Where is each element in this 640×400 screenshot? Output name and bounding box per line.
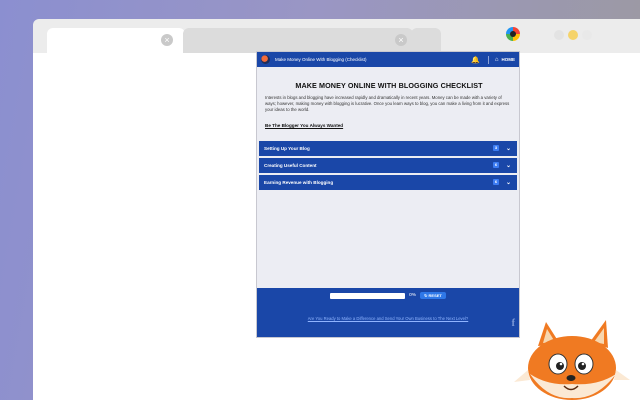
app-logo-icon (261, 55, 270, 64)
window-minimize-icon[interactable] (554, 30, 564, 40)
progress-percent: 0% (409, 293, 417, 298)
window-close-icon[interactable] (582, 30, 592, 40)
cta-row: Are You Ready to Make a Difference and S… (257, 307, 519, 325)
extension-popup: Make Money Online With Blogging (Checkli… (256, 51, 520, 338)
cta-link[interactable]: Are You Ready to Make a Difference and S… (308, 316, 468, 321)
chevron-down-icon[interactable]: ⌄ (506, 162, 511, 169)
fox-eye-shine (559, 362, 563, 366)
reset-button[interactable]: ↻ RESET (420, 292, 446, 299)
window-maximize-icon[interactable] (568, 30, 578, 40)
home-label: HOME (501, 57, 516, 62)
header-divider (487, 55, 489, 64)
section-earning-revenue[interactable]: Earning Revenue with Blogging 6 ⌄ (259, 174, 517, 190)
count-badge: 6 (492, 179, 499, 186)
home-icon: ⌂ (494, 56, 499, 63)
chevron-down-icon[interactable]: ⌄ (506, 145, 511, 152)
section-label: Creating Useful Content (264, 162, 317, 168)
popup-header: Make Money Online With Blogging (Checkli… (257, 52, 519, 67)
section-setting-up-blog[interactable]: Setting Up Your Blog 3 ⌄ (259, 140, 517, 156)
intro-section: MAKE MONEY ONLINE WITH BLOGGING CHECKLIS… (257, 67, 519, 132)
section-creating-content[interactable]: Creating Useful Content 6 ⌄ (259, 157, 517, 173)
fox-eye-shine (581, 362, 585, 366)
chevron-down-icon[interactable]: ⌄ (506, 179, 511, 186)
progress-row: 0% ↻ RESET (257, 292, 519, 299)
fox-mascot (514, 320, 630, 400)
checklist-sections: Setting Up Your Blog 3 ⌄ Creating Useful… (257, 140, 519, 190)
fox-fur-left (514, 370, 530, 382)
tab-bar: × × (33, 19, 640, 53)
bell-icon[interactable]: 🔔 (471, 56, 480, 64)
tab-close-icon[interactable]: × (161, 34, 173, 46)
fox-nose (566, 375, 576, 381)
count-badge: 3 (492, 145, 499, 152)
popup-title: Make Money Online With Blogging (Checkli… (275, 57, 367, 62)
browser-tab[interactable]: × (183, 28, 413, 53)
page-title: MAKE MONEY ONLINE WITH BLOGGING CHECKLIS… (295, 81, 483, 90)
fox-fur-right (614, 370, 630, 380)
browser-tab-active[interactable]: × (47, 28, 185, 53)
intro-paragraph: Interests in blogs and blogging have inc… (265, 95, 510, 113)
extension-logo-icon[interactable] (506, 27, 520, 41)
section-label: Earning Revenue with Blogging (264, 179, 334, 185)
intro-link[interactable]: Be The Blogger You Always Wanted (265, 123, 343, 128)
popup-footer: 0% ↻ RESET Are You Ready to Make a Diffe… (257, 288, 519, 337)
new-tab-button[interactable] (411, 28, 441, 53)
home-button[interactable]: ⌂ HOME (495, 57, 515, 63)
count-badge: 6 (492, 162, 499, 169)
section-label: Setting Up Your Blog (264, 145, 310, 151)
tab-close-icon[interactable]: × (395, 34, 407, 46)
progress-bar (330, 292, 406, 299)
